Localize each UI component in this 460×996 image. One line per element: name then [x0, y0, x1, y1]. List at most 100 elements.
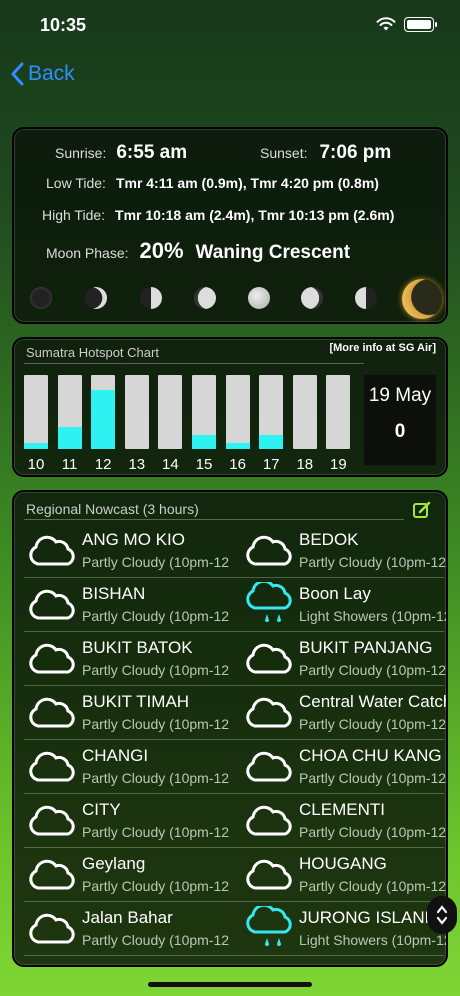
forecast-description: Light Showers (10pm-12am): [299, 932, 446, 948]
full-moon-icon: [248, 287, 270, 309]
hotspot-date: 19 May: [368, 385, 432, 406]
low-tide-value: Tmr 4:11 am (0.9m), Tmr 4:20 pm (0.8m): [115, 175, 379, 191]
hotspot-bar-fill: [91, 389, 116, 449]
hotspot-day-label: 16: [229, 456, 246, 473]
hotspot-bar[interactable]: [158, 375, 183, 449]
cloud-icon: [26, 696, 78, 735]
forecast-description: Light Showers (10pm-12am): [299, 608, 446, 624]
nowcast-item[interactable]: Jalan Bahar Partly Cloudy (10pm-12am): [24, 902, 229, 956]
hotspot-day-label: 18: [296, 456, 314, 473]
nowcast-item[interactable]: Central Water Catchment Partly Cloudy (10…: [241, 686, 446, 740]
back-label: Back: [28, 62, 75, 85]
region-name: CHANGI: [82, 746, 149, 765]
nowcast-title: Regional Nowcast (3 hours): [26, 501, 199, 517]
region-name: BEDOK: [299, 530, 359, 549]
back-button[interactable]: Back: [10, 62, 75, 86]
more-info-link[interactable]: [More info at SG Air]: [329, 342, 436, 354]
waxing-gibbous-icon: [194, 287, 216, 309]
region-name: BUKIT PANJANG: [299, 638, 433, 657]
sunset-row: Sunset: 7:06 pm: [260, 142, 391, 164]
rain-cloud-icon: [243, 579, 295, 631]
cloud-icon: [26, 750, 78, 789]
nowcast-item[interactable]: ANG MO KIO Partly Cloudy (10pm-12am): [24, 524, 229, 578]
region-name: Jalan Bahar: [82, 908, 173, 927]
cloud-icon: [243, 534, 295, 573]
cloud-icon: [26, 912, 78, 951]
hotspot-bar[interactable]: [225, 375, 250, 449]
forecast-description: Partly Cloudy (10pm-12am): [82, 662, 229, 678]
forecast-description: Partly Cloudy (10pm-12am): [299, 878, 446, 894]
region-name: BISHAN: [82, 584, 146, 603]
hotspot-bar-fill: [24, 443, 48, 449]
hotspot-bar[interactable]: [192, 375, 216, 449]
nowcast-item[interactable]: CLEMENTI Partly Cloudy (10pm-12am): [241, 794, 446, 848]
cloud-icon: [243, 642, 295, 681]
region-name: CHOA CHU KANG: [299, 746, 442, 765]
sunset-value: 7:06 pm: [319, 142, 392, 163]
nowcast-item[interactable]: BUKIT BATOK Partly Cloudy (10pm-12am): [24, 632, 229, 686]
region-name: BUKIT TIMAH: [82, 692, 190, 711]
cloud-icon: [26, 534, 78, 573]
nowcast-row: BUKIT TIMAHPartly Cloudy (10pm-12am)Cent…: [24, 686, 446, 740]
hotspot-bar[interactable]: [326, 375, 351, 449]
sunrise-label: Sunrise:: [55, 145, 107, 161]
forecast-description: Partly Cloudy (10pm-12am): [82, 932, 229, 948]
low-tide-row: Low Tide: Tmr 4:11 am (0.9m), Tmr 4:20 p…: [46, 175, 379, 191]
scroll-toggle-button[interactable]: [427, 896, 457, 934]
nowcast-row: Geylang Partly Cloudy (10pm-12am) HOUGANG P…: [24, 848, 446, 902]
status-bar: 10:35: [0, 0, 460, 52]
nowcast-item[interactable]: CHANGI Partly Cloudy (10pm-12am): [24, 740, 229, 794]
nowcast-item[interactable]: Geylang Partly Cloudy (10pm-12am): [24, 848, 229, 902]
nowcast-item[interactable]: CHOA CHU KANG Partly Cloudy (10pm-12am): [241, 740, 446, 794]
hotspot-bar[interactable]: [57, 375, 82, 449]
low-tide-label: Low Tide:: [46, 175, 106, 191]
nowcast-row: BUKIT BATOKPartly Cloudy (10pm-12am)BUKI…: [24, 632, 446, 686]
edit-icon[interactable]: [412, 500, 432, 520]
nowcast-item[interactable]: BUKIT PANJANG Partly Cloudy (10pm-12am): [241, 632, 446, 686]
hotspot-day-label: 12: [94, 456, 112, 473]
nowcast-item[interactable]: CITY Partly Cloudy (10pm-12am): [24, 794, 229, 848]
nowcast-item[interactable]: JURONG ISLAND Light Showers (10pm-12am): [241, 902, 446, 956]
hotspot-bar[interactable]: [91, 375, 116, 449]
region-name: CITY: [82, 800, 121, 819]
divider: [24, 519, 404, 520]
rain-cloud-icon: [243, 903, 295, 955]
nowcast-row: CHANGIPartly Cloudy (10pm-12am)CHOA CHU …: [24, 740, 446, 794]
hotspot-bar-fill: [259, 434, 284, 449]
nowcast-item[interactable]: Boon Lay Light Showers (10pm-12am): [241, 578, 446, 632]
forecast-description: Partly Cloudy (10pm-12am): [82, 878, 229, 894]
nowcast-item[interactable]: BISHAN Partly Cloudy (10pm-12am): [24, 578, 229, 632]
hotspot-bar[interactable]: [259, 375, 284, 449]
forecast-description: Partly Cloudy (10pm-12am): [299, 770, 446, 786]
forecast-description: Partly Cloudy (10pm-12am): [299, 716, 446, 732]
region-name: BUKIT BATOK: [82, 638, 193, 657]
first-quarter-icon: [140, 287, 162, 309]
sunrise-value: 6:55 am: [116, 142, 188, 163]
nowcast-row: Jalan Bahar Partly Cloudy (10pm-12am) JURO…: [24, 902, 446, 956]
nowcast-panel: Regional Nowcast (3 hours) ANG MO KIO Par…: [12, 490, 448, 967]
status-time: 10:35: [40, 15, 87, 35]
forecast-description: Partly Cloudy (10pm-12am): [82, 716, 229, 732]
forecast-description: Partly Cloudy (10pm-12am): [299, 662, 446, 678]
home-indicator: [148, 982, 312, 987]
region-name: CLEMENTI: [299, 800, 385, 819]
hotspot-bar-fill: [225, 443, 250, 449]
hotspot-bar[interactable]: [124, 375, 149, 449]
moon-phase-row: Moon Phase: 20% Waning Crescent: [46, 238, 350, 264]
hotspot-chart-panel: Sumatra Hotspot Chart [More info at SG A…: [12, 337, 448, 477]
nowcast-row: CITY Partly Cloudy (10pm-12am) CLEMENTI Par…: [24, 794, 446, 848]
sunrise-row: Sunrise: 6:55 am: [55, 142, 187, 164]
waning-crescent-icon: [402, 279, 442, 319]
nowcast-item[interactable]: BEDOK Partly Cloudy (10pm-12am): [241, 524, 446, 578]
cloud-icon: [243, 804, 295, 843]
nowcast-item[interactable]: BUKIT TIMAH Partly Cloudy (10pm-12am): [24, 686, 229, 740]
hotspot-bar[interactable]: [292, 375, 317, 449]
moon-percent: 20%: [139, 238, 184, 263]
hotspot-day-label: 15: [195, 456, 213, 473]
region-name: Boon Lay: [299, 584, 371, 603]
hotspot-bar-fill: [192, 434, 216, 449]
chevron-up-down-icon: [436, 905, 448, 925]
hotspot-date-box: 19 May 0: [364, 375, 436, 465]
hotspot-bar[interactable]: [24, 375, 48, 449]
nowcast-item[interactable]: HOUGANG Partly Cloudy (10pm-12am): [241, 848, 446, 902]
